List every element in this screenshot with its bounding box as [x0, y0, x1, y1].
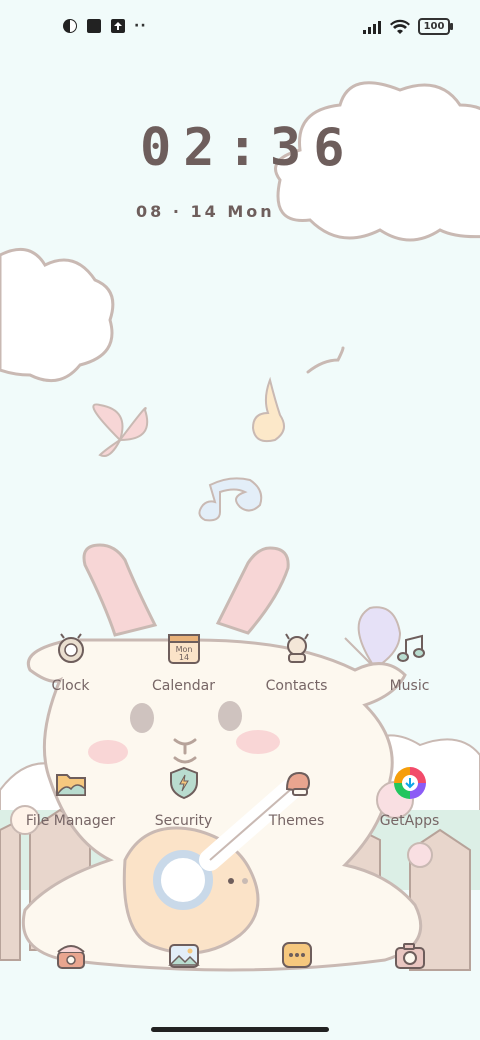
page-dot-active	[228, 878, 234, 884]
page-indicator[interactable]	[228, 878, 248, 884]
wifi-icon	[390, 19, 410, 34]
app-phone[interactable]	[14, 938, 127, 974]
contacts-icon	[284, 633, 309, 663]
getapps-icon	[393, 767, 426, 799]
app-label: Security	[154, 813, 213, 829]
app-calendar[interactable]: Mon 14 Calendar	[127, 630, 240, 694]
app-label: Calendar	[152, 678, 215, 694]
lockscreen-date[interactable]: 08 · 14 Mon	[136, 202, 275, 221]
battery-indicator: 100	[418, 18, 453, 35]
app-gallery[interactable]	[127, 938, 240, 974]
status-left: ··	[62, 18, 147, 34]
app-row-2: File Manager Security Themes GetApps	[14, 765, 466, 829]
calendar-day: 14	[178, 653, 188, 662]
app-label: File Manager	[25, 813, 116, 829]
pie-icon	[63, 19, 77, 33]
folder-icon	[55, 774, 86, 796]
app-contacts[interactable]: Contacts	[240, 630, 353, 694]
signal-icon	[363, 20, 381, 34]
app-label: GetApps	[379, 813, 440, 829]
page-dot	[242, 878, 248, 884]
lockscreen-time[interactable]: 02:36	[140, 118, 350, 178]
app-music[interactable]: Music	[353, 630, 466, 694]
app-file-manager[interactable]: File Manager	[14, 765, 127, 829]
app-row-1: Clock Mon 14 Calendar Contacts Music	[14, 630, 466, 694]
app-label: Themes	[268, 813, 325, 829]
camera-icon	[394, 943, 425, 969]
app-getapps[interactable]: GetApps	[353, 765, 466, 829]
home-indicator[interactable]	[151, 1027, 329, 1032]
messages-icon	[281, 942, 312, 968]
dock	[14, 938, 466, 974]
app-label: Music	[389, 678, 430, 694]
app-messages[interactable]	[240, 938, 353, 974]
app-camera[interactable]	[353, 938, 466, 974]
themes-icon	[285, 771, 310, 796]
app-label: Clock	[51, 678, 90, 694]
phone-icon	[56, 945, 85, 969]
calendar-icon: Mon 14	[167, 634, 200, 664]
upload-icon	[111, 19, 125, 33]
shield-icon	[169, 766, 198, 800]
app-security[interactable]: Security	[127, 765, 240, 829]
more-notifications: ··	[134, 18, 147, 34]
status-bar: ·· 100	[0, 0, 480, 56]
gallery-icon	[167, 944, 200, 968]
status-right: 100	[362, 18, 453, 35]
app-clock[interactable]: Clock	[14, 630, 127, 694]
clock-icon	[57, 633, 84, 663]
app-label: Contacts	[265, 678, 328, 694]
square-icon	[87, 19, 101, 33]
app-themes[interactable]: Themes	[240, 765, 353, 829]
music-icon	[396, 634, 425, 662]
